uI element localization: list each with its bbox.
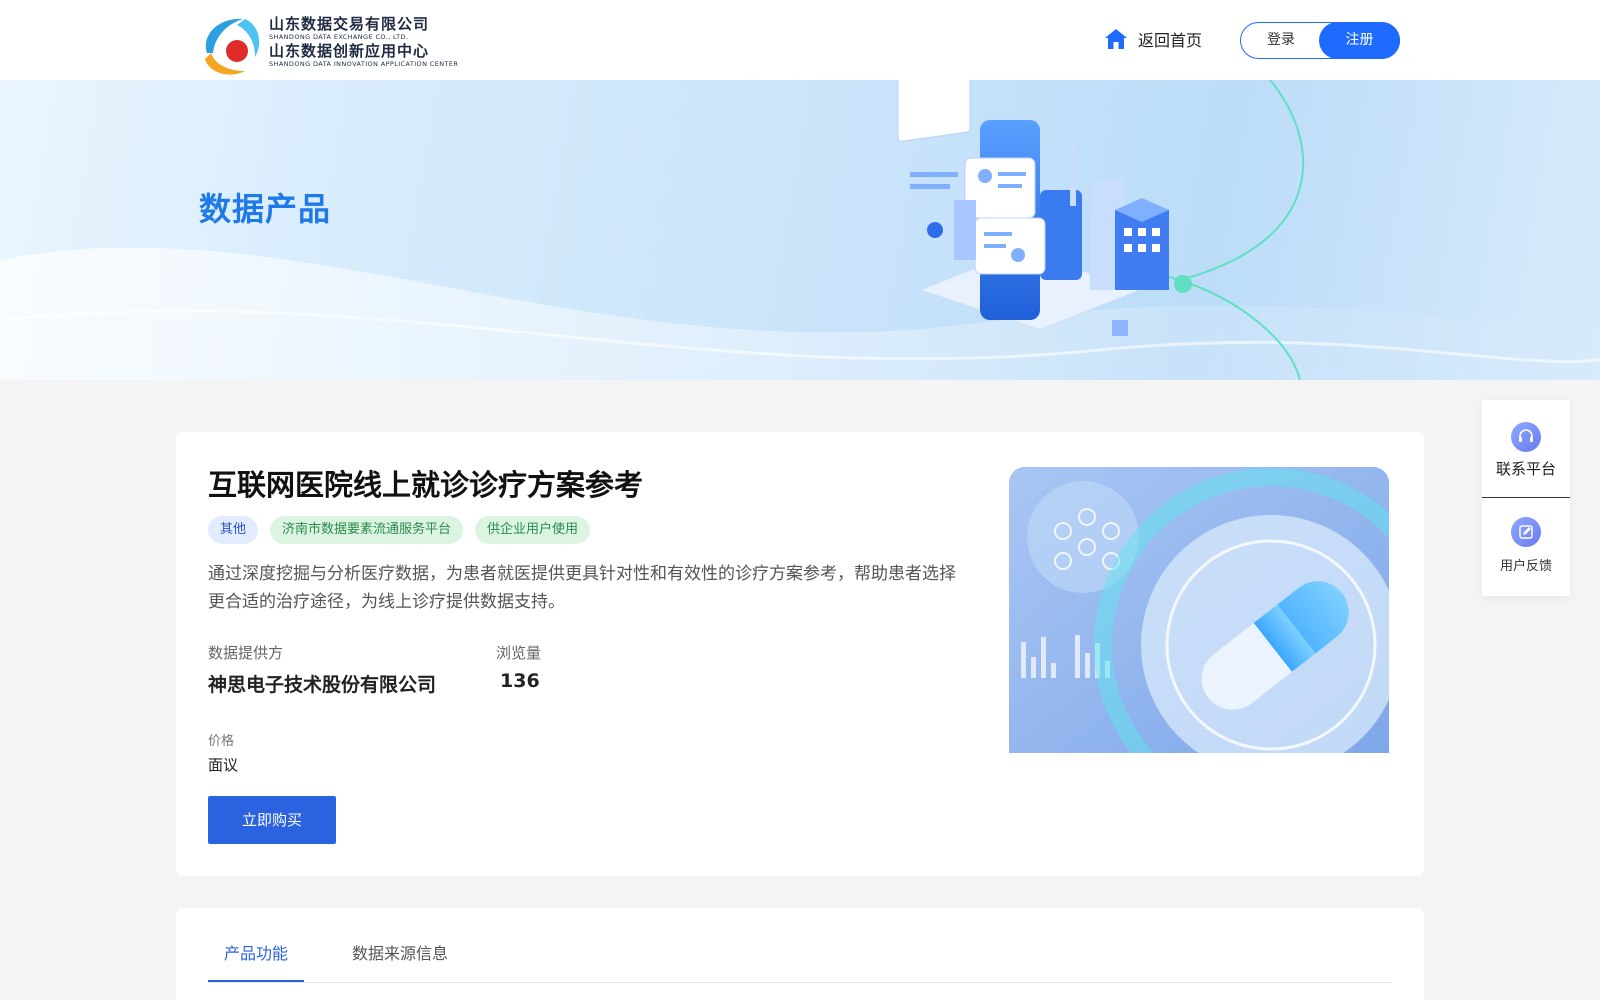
price-label: 价格: [208, 734, 235, 749]
product-image: [1009, 467, 1389, 753]
tabs-divider: [208, 982, 1392, 983]
banner-title: 数据产品: [199, 190, 332, 228]
provider-value: 神思电子技术股份有限公司: [208, 674, 437, 696]
edit-icon: [1511, 517, 1541, 547]
tab-product-function[interactable]: 产品功能: [208, 940, 304, 982]
tag-audience: 供企业用户使用: [475, 516, 591, 544]
product-card: 互联网医院线上就诊诊疗方案参考 其他 济南市数据要素流通服务平台 供企业用户使用…: [176, 432, 1424, 876]
banner-illustration: [0, 80, 1600, 380]
user-feedback-button[interactable]: 用户反馈: [1482, 517, 1570, 574]
price-value: 面议: [208, 756, 239, 774]
home-icon: [1105, 29, 1127, 49]
tab-data-source[interactable]: 数据来源信息: [352, 940, 448, 982]
logo-company-name-en: SHANDONG DATA EXCHANGE CO., LTD.: [269, 33, 409, 41]
register-button[interactable]: 注册: [1319, 22, 1400, 59]
company-logo[interactable]: 山东数据交易有限公司 SHANDONG DATA EXCHANGE CO., L…: [199, 13, 461, 77]
logo-center-name: 山东数据创新应用中心: [269, 42, 430, 60]
user-feedback-label: 用户反馈: [1499, 559, 1552, 574]
buy-now-button[interactable]: 立即购买: [208, 796, 336, 844]
floating-side-panel: 联系平台 用户反馈: [1482, 400, 1570, 596]
home-link-label: 返回首页: [1138, 31, 1203, 50]
views-label: 浏览量: [496, 644, 542, 662]
logo-mark-icon: [205, 18, 260, 75]
tag-category: 其他: [208, 516, 259, 544]
logo-text: 山东数据交易有限公司 SHANDONG DATA EXCHANGE CO., L…: [269, 15, 461, 69]
tag-platform: 济南市数据要素流通服务平台: [270, 516, 464, 544]
hero-banner: 数据产品: [0, 80, 1600, 380]
logo-center-name-en: SHANDONG DATA INNOVATION APPLICATION CEN…: [269, 60, 459, 68]
views-value: 136: [500, 670, 540, 692]
side-panel-divider: [1482, 497, 1570, 498]
login-button[interactable]: 登录: [1241, 23, 1321, 58]
contact-platform-label: 联系平台: [1495, 460, 1556, 478]
product-tags: 其他 济南市数据要素流通服务平台 供企业用户使用: [208, 516, 602, 544]
pill-illustration: [1009, 467, 1389, 753]
auth-buttons: 登录 注册: [1240, 22, 1400, 59]
top-header: 山东数据交易有限公司 SHANDONG DATA EXCHANGE CO., L…: [0, 0, 1600, 80]
product-description: 通过深度挖掘与分析医疗数据，为患者就医提供更具针对性和有效性的诊疗方案参考，帮助…: [208, 564, 956, 612]
home-link[interactable]: 返回首页: [1104, 26, 1202, 52]
headset-icon: [1511, 422, 1541, 452]
logo-company-name: 山东数据交易有限公司: [269, 15, 430, 33]
contact-platform-button[interactable]: 联系平台: [1482, 422, 1570, 479]
product-title: 互联网医院线上就诊诊疗方案参考: [208, 468, 644, 502]
provider-label: 数据提供方: [208, 644, 284, 662]
detail-tabs: 产品功能 数据来源信息: [176, 908, 1424, 1000]
